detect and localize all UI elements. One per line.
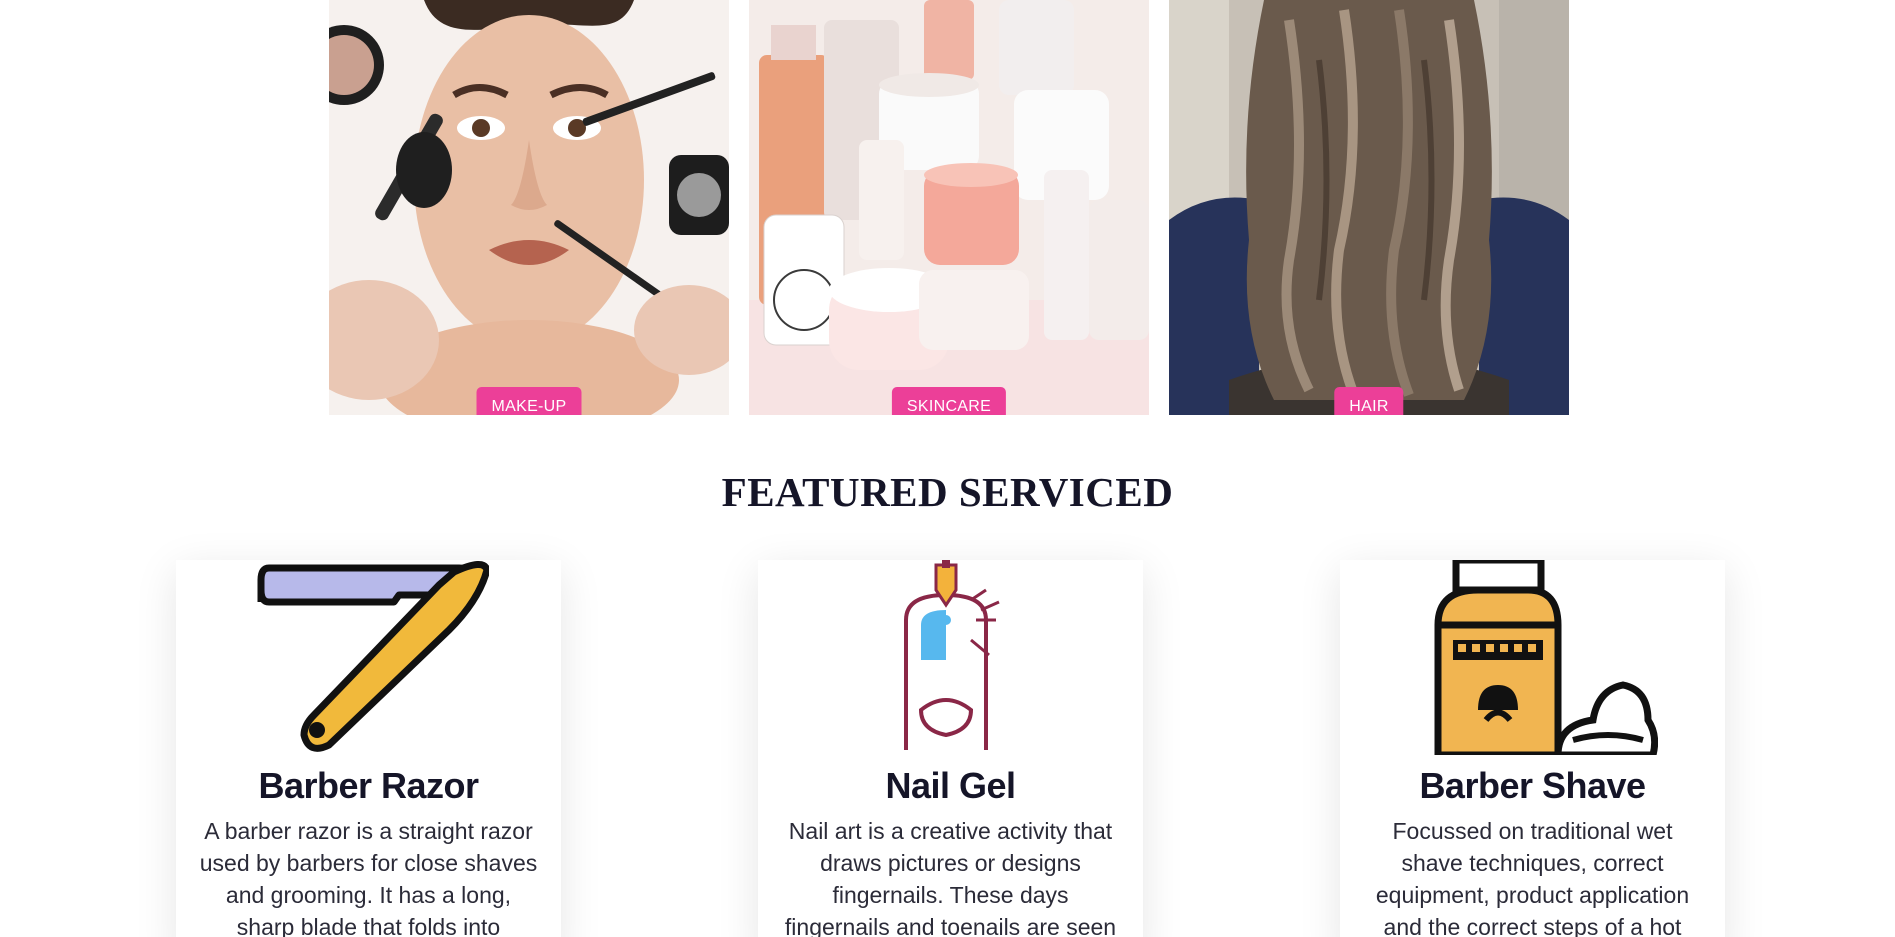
skincare-photo <box>749 0 1149 415</box>
makeup-card[interactable]: MAKE-UP <box>329 0 729 415</box>
section-title: FEATURED SERVICED <box>721 469 1174 515</box>
service-description: A barber razor is a straight razor used … <box>199 818 538 937</box>
service-description: Focussed on traditional wet shave techni… <box>1375 818 1690 937</box>
service-title: Barber Razor <box>258 765 479 806</box>
service-title: Barber Shave <box>1419 765 1646 806</box>
category-badge-skincare[interactable]: SKINCARE <box>891 387 1007 415</box>
service-description: Nail art is a creative activity that dra… <box>784 818 1117 937</box>
makeup-photo <box>329 0 729 415</box>
hair-card[interactable]: HAIR <box>1169 0 1569 415</box>
service-card-nail-gel[interactable]: Nail Gel Nail art is a creative activity… <box>758 560 1143 937</box>
shave-cream-icon <box>1434 560 1658 755</box>
skincare-card[interactable]: SKINCARE <box>749 0 1149 415</box>
razor-icon <box>257 561 489 752</box>
service-card-barber-shave[interactable]: Barber Shave Focussed on traditional wet… <box>1340 560 1725 937</box>
category-gallery: MAKE-UP SKINCARE HAIR <box>329 0 1569 415</box>
category-badge-hair[interactable]: HAIR <box>1334 387 1404 415</box>
hair-photo <box>1169 0 1569 415</box>
nail-gel-icon <box>903 560 1000 750</box>
category-badge-makeup[interactable]: MAKE-UP <box>476 387 582 415</box>
service-title: Nail Gel <box>885 765 1016 806</box>
service-icon-wrap <box>758 560 1143 755</box>
service-icon-wrap <box>176 560 561 755</box>
service-icon-wrap <box>1340 560 1725 755</box>
service-card-barber-razor[interactable]: Barber Razor A barber razor is a straigh… <box>176 560 561 937</box>
